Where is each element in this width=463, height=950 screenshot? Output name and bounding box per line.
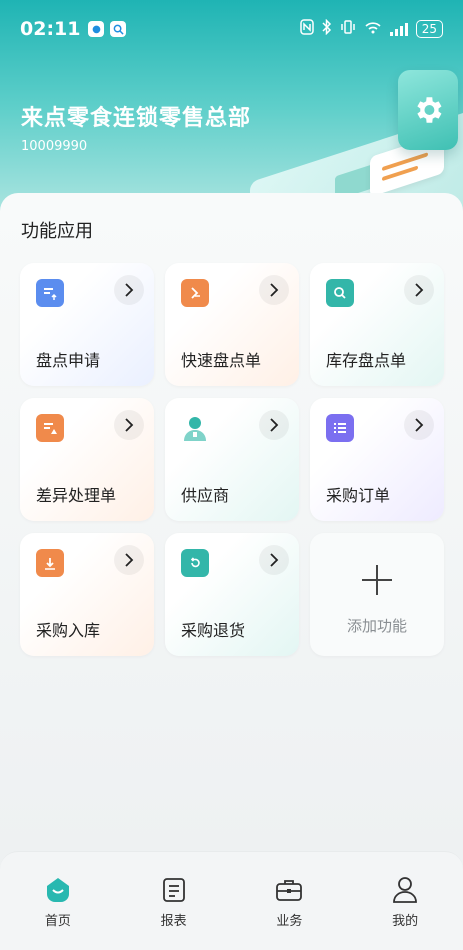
chevron-right-icon bbox=[114, 275, 144, 305]
add-function-button[interactable]: 添加功能 bbox=[310, 533, 444, 656]
tile-inventory-request[interactable]: 盘点申请 bbox=[20, 263, 154, 386]
tile-label: 盘点申请 bbox=[36, 351, 101, 370]
wifi-icon bbox=[364, 19, 382, 39]
nav-label: 业务 bbox=[276, 914, 303, 929]
report-icon bbox=[160, 876, 188, 904]
function-panel: 功能应用 盘点申请 快速盘点单 库存盘点单 差异处理单 供应商 采购订单 采购入… bbox=[0, 193, 463, 853]
nfc-icon bbox=[299, 19, 314, 39]
supplier-person-icon bbox=[181, 414, 209, 442]
status-right: 25 bbox=[299, 18, 443, 39]
chevron-right-icon bbox=[259, 545, 289, 575]
company-id: 10009990 bbox=[21, 139, 88, 154]
nav-label: 报表 bbox=[160, 914, 187, 929]
battery-indicator: 25 bbox=[415, 20, 443, 38]
search-app-icon bbox=[110, 21, 127, 37]
chevron-right-icon bbox=[404, 410, 434, 440]
gear-icon bbox=[417, 97, 442, 123]
tile-label: 差异处理单 bbox=[36, 486, 117, 505]
plus-icon bbox=[362, 565, 392, 595]
quick-check-icon bbox=[181, 279, 209, 307]
section-title: 功能应用 bbox=[21, 221, 93, 242]
status-app-icons: ● bbox=[88, 21, 127, 37]
tile-purchase-return[interactable]: 采购退货 bbox=[165, 533, 299, 656]
chevron-right-icon bbox=[259, 275, 289, 305]
chevron-right-icon bbox=[114, 545, 144, 575]
tile-purchase-inbound[interactable]: 采购入库 bbox=[20, 533, 154, 656]
warning-document-icon bbox=[36, 414, 64, 442]
nav-label: 首页 bbox=[44, 914, 71, 929]
return-box-icon bbox=[181, 549, 209, 577]
chevron-right-icon bbox=[114, 410, 144, 440]
tile-label: 采购退货 bbox=[181, 621, 246, 640]
status-time: 02:11 bbox=[20, 18, 81, 40]
status-bar: 02:11 ● 25 bbox=[0, 0, 463, 58]
settings-button[interactable] bbox=[398, 70, 458, 150]
profile-icon bbox=[391, 876, 419, 904]
chevron-right-icon bbox=[259, 410, 289, 440]
notification-app-icon: ● bbox=[88, 21, 105, 37]
signal-icon bbox=[389, 22, 408, 36]
chevron-right-icon bbox=[404, 275, 434, 305]
tile-label: 采购订单 bbox=[326, 486, 391, 505]
home-icon bbox=[44, 876, 72, 904]
vibrate-icon bbox=[340, 19, 356, 39]
nav-item-business[interactable]: 业务 bbox=[249, 876, 329, 950]
company-name: 来点零食连锁零售总部 bbox=[21, 106, 252, 131]
tile-difference-handling[interactable]: 差异处理单 bbox=[20, 398, 154, 521]
briefcase-icon bbox=[275, 876, 303, 904]
tile-label: 快速盘点单 bbox=[181, 351, 262, 370]
tile-supplier[interactable]: 供应商 bbox=[165, 398, 299, 521]
tile-label: 供应商 bbox=[181, 486, 230, 505]
nav-label: 我的 bbox=[392, 914, 419, 929]
list-icon bbox=[326, 414, 354, 442]
tile-stock-count[interactable]: 库存盘点单 bbox=[310, 263, 444, 386]
tile-quick-count[interactable]: 快速盘点单 bbox=[165, 263, 299, 386]
document-upload-icon bbox=[36, 279, 64, 307]
add-function-label: 添加功能 bbox=[346, 617, 407, 635]
tile-purchase-order[interactable]: 采购订单 bbox=[310, 398, 444, 521]
bluetooth-icon bbox=[322, 18, 332, 39]
search-box-icon bbox=[326, 279, 354, 307]
nav-item-profile[interactable]: 我的 bbox=[365, 876, 445, 950]
bottom-nav: 首页 报表 业务 我的 bbox=[0, 851, 463, 950]
inbound-box-icon bbox=[36, 549, 64, 577]
nav-item-home[interactable]: 首页 bbox=[18, 876, 98, 950]
tile-label: 库存盘点单 bbox=[326, 351, 407, 370]
nav-item-report[interactable]: 报表 bbox=[134, 876, 214, 950]
tile-label: 采购入库 bbox=[36, 621, 101, 640]
